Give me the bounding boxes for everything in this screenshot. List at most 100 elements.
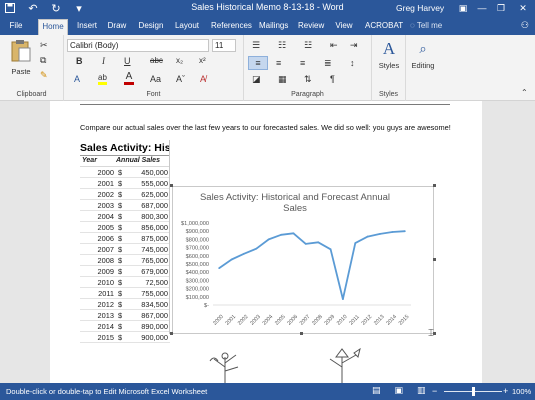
memo-paragraph[interactable]: Compare our actual sales over the last f… — [80, 123, 451, 132]
show-formatting-icon[interactable]: ¶ — [330, 73, 335, 85]
tell-me-box[interactable]: ◌ Tell me — [410, 21, 442, 30]
table-row[interactable]: 2007 $745,000 — [80, 244, 170, 255]
styles-group-label: Styles — [378, 91, 399, 98]
table-row[interactable]: 2005 $856,000 — [80, 222, 170, 233]
strikethrough-icon[interactable]: abc — [150, 55, 163, 67]
table-row[interactable]: 2014 $890,000 — [80, 321, 170, 332]
print-layout-icon[interactable]: ▣ — [395, 385, 404, 396]
tab-design[interactable]: Design — [138, 20, 164, 35]
tab-references[interactable]: References — [211, 20, 252, 35]
data-point — [280, 233, 282, 236]
tab-view[interactable]: View — [335, 20, 353, 35]
tab-home[interactable]: Home — [38, 19, 68, 35]
tab-acrobat[interactable]: ACROBAT — [365, 20, 403, 35]
bold-icon[interactable]: B — [76, 55, 83, 67]
ribbon-display-options-button[interactable]: ▣ — [455, 1, 471, 15]
table-row[interactable]: 2006 $875,000 — [80, 233, 170, 244]
sales-cell: 900,000 — [141, 333, 168, 342]
italic-icon[interactable]: I — [102, 55, 105, 67]
tab-file[interactable]: File — [0, 17, 32, 35]
read-mode-icon[interactable]: ▤ — [372, 385, 381, 396]
floral-decoration-right — [329, 347, 361, 383]
tab-draw[interactable]: Draw — [107, 20, 127, 35]
table-row[interactable]: 2009 $679,000 — [80, 266, 170, 277]
borders-icon[interactable]: ▦ — [278, 73, 287, 85]
table-row[interactable]: 2013 $867,000 — [80, 310, 170, 321]
table-row[interactable]: 2008 $765,000 — [80, 255, 170, 266]
y-tick-label: $500,000 — [186, 262, 209, 268]
document-area[interactable]: Compare our actual sales over the last f… — [0, 101, 535, 383]
sales-cell: 555,000 — [141, 179, 168, 188]
resize-handle[interactable] — [433, 184, 436, 187]
collapse-ribbon-icon[interactable]: ⌃ — [521, 87, 528, 99]
embedded-worksheet[interactable]: Sales Activity: Historical Year Annual S… — [80, 140, 170, 343]
align-right-icon[interactable]: ≡ — [300, 57, 305, 69]
sort-icon[interactable]: ⇅ — [304, 73, 312, 85]
align-center-icon[interactable]: ≡ — [276, 57, 281, 69]
clear-formatting-icon[interactable]: A̸ — [200, 73, 206, 85]
highlight-icon[interactable]: ab — [98, 73, 107, 85]
multilevel-list-icon[interactable]: ☳ — [304, 39, 312, 51]
copy-icon[interactable]: ⧉ — [40, 54, 46, 66]
share-icon[interactable]: ⚇ — [521, 20, 529, 31]
document-page[interactable]: Compare our actual sales over the last f… — [50, 101, 482, 383]
data-point — [243, 252, 245, 255]
tab-mailings[interactable]: Mailings — [259, 20, 288, 35]
year-cell: 2007 — [97, 245, 114, 254]
text-effects-icon[interactable]: A — [74, 73, 80, 85]
format-painter-icon[interactable]: ✎ — [40, 69, 48, 81]
zoom-in-icon[interactable]: + — [503, 385, 508, 397]
align-left-icon[interactable]: ≡ — [248, 56, 268, 70]
resize-handle[interactable] — [170, 332, 173, 335]
table-row[interactable]: 2002 $625,000 — [80, 189, 170, 200]
justify-icon[interactable]: ≣ — [324, 57, 332, 69]
restore-button[interactable]: ❐ — [493, 1, 509, 15]
paste-button[interactable]: Paste — [8, 39, 34, 79]
zoom-level[interactable]: 100% — [512, 387, 531, 396]
table-row[interactable]: 2015 $900,000 — [80, 332, 170, 343]
underline-icon[interactable]: U — [124, 55, 131, 67]
data-point — [366, 235, 369, 238]
shading-icon[interactable]: ◪ — [252, 73, 261, 85]
tab-layout[interactable]: Layout — [174, 20, 200, 35]
increase-indent-icon[interactable]: ⇥ — [350, 39, 358, 51]
table-row[interactable]: 2000 $450,000 — [80, 167, 170, 178]
table-row[interactable]: 2010 $72,500 — [80, 277, 170, 288]
table-row[interactable]: 2004 $800,300 — [80, 211, 170, 222]
zoom-out-icon[interactable]: − — [432, 385, 437, 397]
table-row[interactable]: 2011 $755,000 — [80, 288, 170, 299]
change-case-icon[interactable]: Aˇ — [176, 73, 185, 85]
close-button[interactable]: ✕ — [515, 1, 531, 15]
title-bar: ↶ ↻ ▾ Sales Historical Memo 8-13-18 - Wo… — [0, 0, 535, 17]
data-point — [230, 258, 233, 261]
cut-icon[interactable]: ✂ — [40, 39, 48, 51]
font-name-box[interactable]: Calibri (Body) — [67, 39, 209, 52]
minimize-button[interactable]: — — [474, 1, 490, 15]
numbering-icon[interactable]: ☷ — [278, 39, 286, 51]
decrease-indent-icon[interactable]: ⇤ — [330, 39, 338, 51]
grow-font-icon[interactable]: Aa — [150, 73, 161, 85]
web-layout-icon[interactable]: ▥ — [417, 385, 426, 396]
zoom-slider-thumb[interactable] — [472, 387, 475, 396]
editing-button[interactable]: ⌕ Editing — [408, 38, 438, 72]
tab-insert[interactable]: Insert — [76, 20, 98, 35]
resize-handle[interactable] — [300, 332, 303, 335]
font-size-box[interactable]: 11 — [212, 39, 236, 52]
resize-handle[interactable] — [170, 184, 173, 187]
sales-chart[interactable]: Sales Activity: Historical and Forecast … — [172, 186, 434, 334]
year-cell: 2012 — [97, 300, 114, 309]
bullets-icon[interactable]: ☰ — [252, 39, 260, 51]
table-row[interactable]: 2001 $555,000 — [80, 178, 170, 189]
font-color-icon[interactable]: A — [124, 72, 134, 85]
tab-review[interactable]: Review — [298, 20, 324, 35]
sales-series-line — [218, 230, 405, 300]
user-name[interactable]: Greg Harvey — [396, 3, 444, 13]
chart-title: Sales — [283, 203, 307, 214]
table-row[interactable]: 2012 $834,500 — [80, 299, 170, 310]
superscript-icon[interactable]: x² — [199, 55, 206, 67]
line-spacing-icon[interactable]: ↕ — [350, 57, 355, 69]
subscript-icon[interactable]: x₂ — [176, 55, 183, 67]
table-row[interactable]: 2003 $687,000 — [80, 200, 170, 211]
styles-button[interactable]: A Styles — [375, 38, 403, 72]
resize-handle[interactable] — [433, 258, 436, 261]
